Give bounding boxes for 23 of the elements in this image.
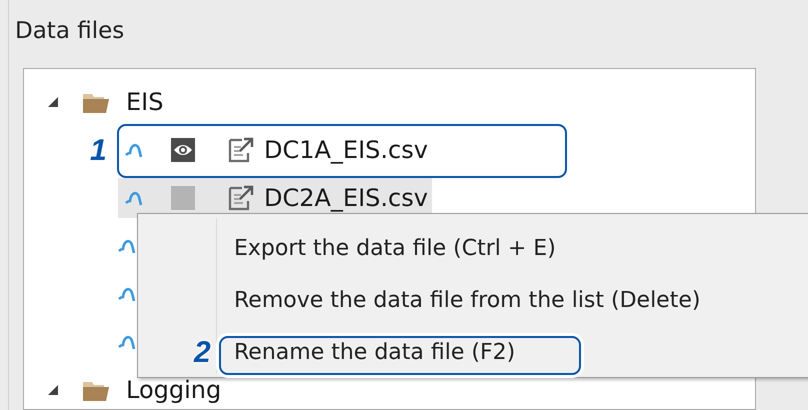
menu-item[interactable]: Export the data file (Ctrl + E) — [234, 236, 556, 260]
wave-icon — [118, 333, 136, 351]
folder-label[interactable]: EIS — [126, 90, 164, 114]
file-name: DC2A_EIS.csv — [264, 186, 428, 210]
visibility-toggle[interactable] — [171, 138, 195, 162]
panel-title: Data files — [14, 17, 124, 46]
export-file-icon — [228, 137, 254, 163]
collapse-arrow-icon[interactable] — [46, 383, 60, 397]
wave-icon — [118, 285, 136, 303]
folder-label[interactable]: Logging — [126, 378, 222, 402]
callout-number: 1 — [90, 134, 107, 168]
eye-icon — [173, 143, 193, 157]
menu-item[interactable]: Remove the data file from the list (Delete) — [234, 288, 700, 312]
wave-icon — [125, 189, 143, 207]
wave-icon — [118, 237, 136, 255]
menu-item[interactable]: Rename the data file (F2) — [234, 340, 516, 364]
callout-number: 2 — [194, 336, 211, 370]
file-name: DC1A_EIS.csv — [264, 138, 428, 162]
visibility-toggle[interactable] — [171, 186, 195, 210]
wave-icon — [125, 141, 143, 159]
export-file-icon — [228, 185, 254, 211]
collapse-arrow-icon[interactable] — [46, 95, 60, 109]
file-row[interactable]: DC1A_EIS.csv — [118, 130, 432, 170]
